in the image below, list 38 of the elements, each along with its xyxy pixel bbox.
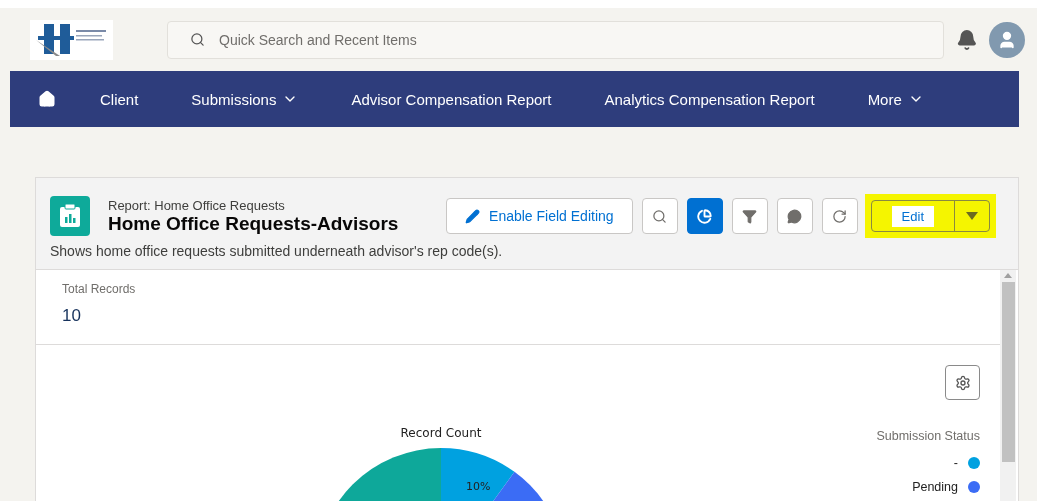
nav-tab[interactable]: Advisor Compensation Report <box>351 90 552 108</box>
user-avatar[interactable] <box>989 21 1025 58</box>
report-icon <box>50 196 90 236</box>
report-description: Shows home office requests submitted underneath advisor's rep code(s). <box>50 243 504 259</box>
caret-icon <box>966 212 978 220</box>
scrollbar[interactable] <box>1000 270 1016 501</box>
nav-tab[interactable]: More <box>867 90 924 108</box>
refresh-button[interactable] <box>821 198 858 234</box>
chart-button[interactable] <box>686 198 723 234</box>
search-field[interactable]: Quick Search and Recent Items <box>167 20 944 59</box>
enable-field-editing-button[interactable]: Enable Field Editing <box>446 198 633 234</box>
report-title: Home Office Requests-Advisors <box>108 212 400 235</box>
pie-chart-icon <box>697 208 713 224</box>
chat-bubble-icon <box>787 208 803 224</box>
legend-label: - <box>953 456 958 470</box>
filter-icon <box>742 208 758 224</box>
search-icon <box>190 32 205 47</box>
home-icon[interactable] <box>38 90 56 108</box>
legend-title: Submission Status <box>876 429 980 443</box>
legend-label: Pending <box>912 480 958 494</box>
notification-bell-icon[interactable] <box>955 28 978 51</box>
pencil-icon <box>465 208 481 224</box>
summary-label: Total Records <box>62 282 137 296</box>
settings-button[interactable] <box>945 365 980 400</box>
nav-tab[interactable]: Analytics Compensation Report <box>604 90 815 108</box>
refresh-icon <box>832 208 848 224</box>
search-icon <box>652 208 668 224</box>
summary-value: 10 <box>62 306 82 326</box>
chart-title: Record Count <box>400 426 482 440</box>
filter-button[interactable] <box>731 198 768 234</box>
company-logo[interactable] <box>30 19 113 60</box>
report-type: Report: Home Office Requests <box>108 197 286 213</box>
nav-tab[interactable]: Client <box>100 90 139 108</box>
search-button[interactable] <box>641 198 678 234</box>
comments-button[interactable] <box>776 198 813 234</box>
nav-tab[interactable]: Submissions <box>191 90 299 108</box>
settings-icon <box>954 374 971 391</box>
search-placeholder: Quick Search and Recent Items <box>219 31 417 48</box>
